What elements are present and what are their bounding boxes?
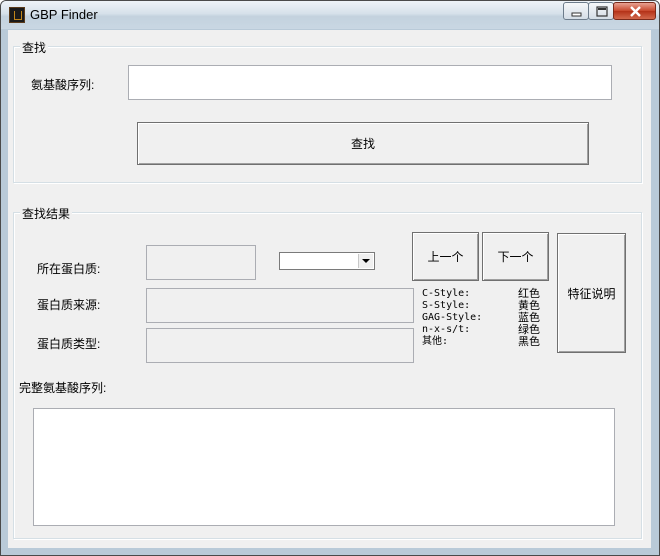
client-area: 查找 氨基酸序列: 查找 查找结果 所在蛋白质: 上一个 下一个 特征说明 蛋白…: [8, 30, 651, 548]
legend-style: C-Style:: [422, 288, 471, 299]
legend-color: 红色: [518, 288, 540, 300]
legend-style: GAG-Style:: [422, 312, 483, 323]
search-group-label: 查找: [20, 39, 49, 56]
legend-style: n-x-s/t:: [422, 324, 471, 335]
full-sequence-label: 完整氨基酸序列:: [19, 381, 107, 395]
legend-style: S-Style:: [422, 300, 471, 311]
app-icon: [9, 7, 25, 23]
legend-color: 绿色: [518, 324, 540, 336]
legend-row-gag-style: GAG-Style: 蓝色: [422, 312, 540, 324]
source-field[interactable]: [146, 288, 414, 323]
feature-description-button[interactable]: 特征说明: [557, 233, 626, 353]
type-label: 蛋白质类型:: [37, 337, 101, 351]
legend-row-c-style: C-Style: 红色: [422, 288, 540, 300]
legend-style: 其他:: [422, 336, 449, 347]
full-sequence-textarea[interactable]: [33, 408, 615, 526]
prev-button[interactable]: 上一个: [412, 232, 479, 281]
legend-row-other: 其他: 黑色: [422, 336, 540, 348]
legend-row-n-x-s-t: n-x-s/t: 绿色: [422, 324, 540, 336]
legend-row-s-style: S-Style: 黄色: [422, 300, 540, 312]
protein-label: 所在蛋白质:: [37, 262, 101, 276]
protein-field[interactable]: [146, 245, 256, 280]
maximize-button[interactable]: [588, 2, 614, 20]
search-button[interactable]: 查找: [137, 122, 589, 165]
minimize-button[interactable]: [563, 2, 589, 20]
legend-color: 蓝色: [518, 312, 540, 324]
legend-color: 黑色: [518, 336, 540, 348]
close-button[interactable]: [613, 2, 656, 20]
color-legend: C-Style: 红色 S-Style: 黄色 GAG-Style: 蓝色 n-…: [422, 288, 540, 348]
legend-color: 黄色: [518, 300, 540, 312]
next-button[interactable]: 下一个: [482, 232, 549, 281]
maximize-icon: [596, 6, 608, 17]
sequence-label: 氨基酸序列:: [31, 78, 95, 92]
protein-selector-dropdown[interactable]: [279, 252, 375, 270]
title-bar[interactable]: GBP Finder: [1, 1, 659, 29]
results-group-label: 查找结果: [20, 205, 73, 222]
sequence-input[interactable]: [128, 65, 612, 100]
main-window: GBP Finder 查找 氨基酸序列: 查找 查找结果 所在蛋白质: 上一个 …: [0, 0, 660, 556]
chevron-down-icon[interactable]: [358, 254, 373, 268]
close-icon: [630, 6, 641, 17]
source-label: 蛋白质来源:: [37, 298, 101, 312]
window-title: GBP Finder: [30, 7, 98, 22]
type-field[interactable]: [146, 328, 414, 363]
minimize-icon: [571, 12, 582, 17]
